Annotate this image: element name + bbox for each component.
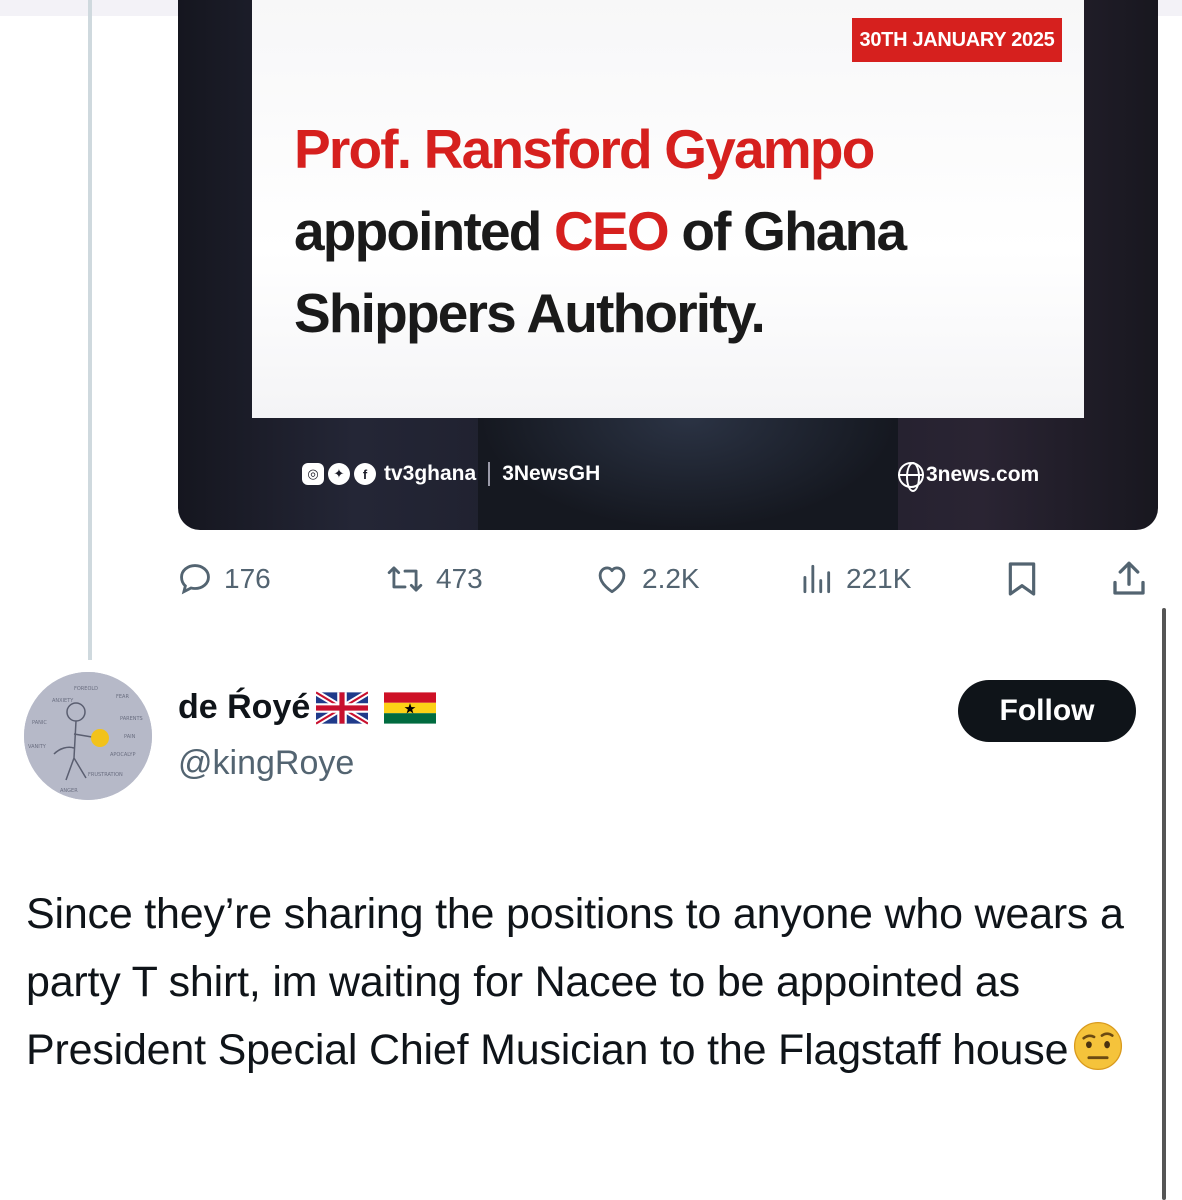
svg-text:ANGER: ANGER <box>60 788 78 794</box>
repost-button[interactable]: 473 <box>384 556 483 602</box>
like-count: 2.2K <box>642 563 700 594</box>
svg-text:FOREOLD: FOREOLD <box>74 686 98 692</box>
bookmark-icon <box>1008 562 1036 596</box>
headline-line-3: Shippers Authority. <box>294 282 766 344</box>
scrollbar[interactable] <box>1162 608 1166 1200</box>
headline-line-2-red: CEO <box>554 200 670 262</box>
view-count: 221K <box>846 563 912 594</box>
bookmark-button[interactable] <box>1002 556 1042 602</box>
raised-eyebrow-face-icon <box>1074 1021 1123 1071</box>
headline-line-2-post: of Ghana <box>667 200 907 262</box>
reply-icon <box>180 564 210 595</box>
footer-site: 3news.com <box>926 463 1040 486</box>
svg-text:ANXIETY: ANXIETY <box>52 698 74 704</box>
reply-button[interactable]: 176 <box>176 556 271 602</box>
media-footer: ◎ ✦ f tv3ghana 3NewsGH 3news.com <box>178 458 1158 494</box>
avatar-illustration-icon: FOREOLDANXIETY FEAR PANIC PARENTS PAIN VANI… <box>24 672 152 800</box>
media-website: 3news.com <box>898 462 1040 492</box>
reply-count: 176 <box>224 563 271 594</box>
repost-count: 473 <box>436 563 483 594</box>
svg-text:VANITY: VANITY <box>28 744 47 750</box>
share-icon <box>1113 561 1145 595</box>
views-button[interactable]: 221K <box>796 556 911 602</box>
tweet-text: Since they’re sharing the positions to a… <box>26 880 1146 1084</box>
date-badge: 30TH JANUARY 2025 <box>852 18 1062 62</box>
avatar[interactable]: FOREOLD ANXIETY FEAR PANIC PARENTS PAIN VANI… <box>24 672 152 800</box>
display-name[interactable]: de Ŕoyé <box>178 688 310 727</box>
headline-line-2-pre: appointed <box>294 200 555 262</box>
facebook-icon: f <box>354 463 376 485</box>
svg-text:PAIN: PAIN <box>124 734 136 740</box>
like-button[interactable]: 2.2K <box>592 556 700 602</box>
flag-ghana-icon <box>384 691 437 724</box>
headline-line-1: Prof. Ransford Gyampo <box>294 118 875 180</box>
follow-button[interactable]: Follow <box>958 680 1136 742</box>
twitter-icon: ✦ <box>328 463 350 485</box>
globe-icon <box>898 462 924 492</box>
views-chart-icon <box>803 564 831 594</box>
user-handle[interactable]: @kingRoye <box>178 744 354 783</box>
media-headline: Prof. Ransford Gyampo appointed CEO of G… <box>294 108 1074 354</box>
svg-text:PANIC: PANIC <box>32 720 47 726</box>
tweet-text-body: Since they’re sharing the positions to a… <box>26 890 1124 1074</box>
media-social-handles: ◎ ✦ f tv3ghana 3NewsGH <box>302 462 600 486</box>
flag-uk-icon <box>316 690 369 725</box>
svg-text:FRUSTRATION: FRUSTRATION <box>88 772 123 778</box>
footer-brand: 3NewsGH <box>502 462 601 485</box>
headline-line-2: appointed CEO of Ghana <box>294 190 1074 272</box>
tweet-action-bar: 176 473 2.2K 221K <box>0 556 1182 606</box>
footer-divider <box>488 462 491 486</box>
instagram-icon: ◎ <box>302 463 324 485</box>
svg-text:PARENTS: PARENTS <box>120 716 143 722</box>
heart-icon <box>598 566 626 594</box>
media-headline-panel: 30TH JANUARY 2025 Prof. Ransford Gyampo … <box>252 0 1084 418</box>
repost-icon <box>387 566 423 592</box>
share-button[interactable] <box>1108 556 1150 602</box>
footer-handle: tv3ghana <box>384 462 477 485</box>
display-name-row[interactable]: de Ŕoyé <box>178 688 437 727</box>
svg-text:APOCALYP: APOCALYP <box>110 752 135 758</box>
tweet-media-image[interactable]: 30TH JANUARY 2025 Prof. Ransford Gyampo … <box>178 0 1158 530</box>
svg-text:FEAR: FEAR <box>116 694 129 700</box>
